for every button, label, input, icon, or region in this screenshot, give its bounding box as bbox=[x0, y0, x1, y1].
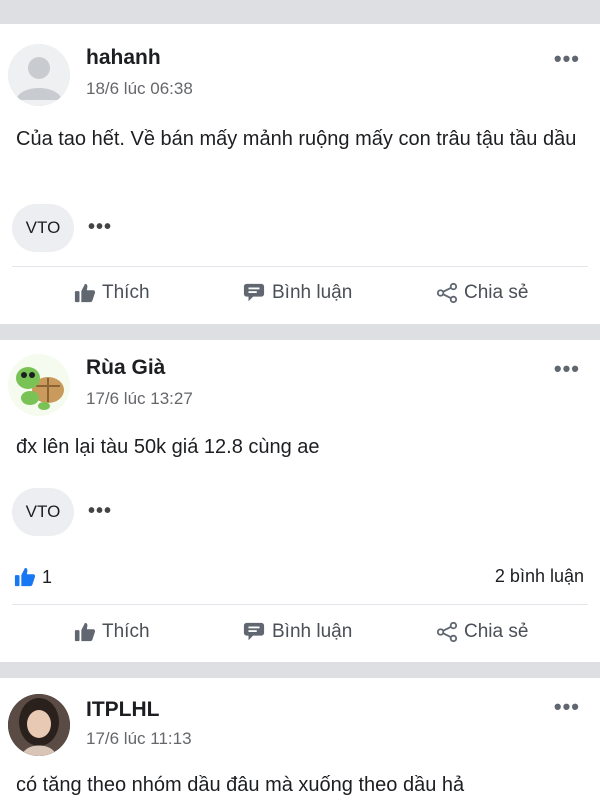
feed-separator bbox=[0, 324, 600, 340]
post-time[interactable]: 17/6 lúc 11:13 bbox=[86, 729, 192, 749]
like-label: Thích bbox=[102, 621, 150, 642]
comment-icon bbox=[243, 283, 265, 302]
like-label: Thích bbox=[102, 282, 150, 303]
comment-icon bbox=[243, 622, 265, 641]
post-content: Của tao hết. Về bán mấy mảnh ruộng mấy c… bbox=[16, 128, 577, 150]
post-card: Rùa Già 17/6 lúc 13:27 ••• đx lên lại tà… bbox=[0, 340, 600, 662]
photo-avatar-icon bbox=[8, 694, 70, 756]
stock-tag[interactable]: VTO bbox=[12, 488, 74, 536]
post-card: hahanh 18/6 lúc 06:38 ••• Của tao hết. V… bbox=[0, 24, 600, 324]
share-label: Chia sẻ bbox=[464, 621, 529, 642]
post-card: ITPLHL 17/6 lúc 11:13 ••• có tăng theo n… bbox=[0, 678, 600, 800]
comment-button[interactable]: Bình luận bbox=[242, 621, 352, 643]
tag-more-button[interactable]: ••• bbox=[88, 500, 112, 523]
avatar[interactable] bbox=[8, 354, 70, 416]
like-count-value: 1 bbox=[42, 566, 53, 587]
avatar[interactable] bbox=[8, 44, 70, 106]
post-author[interactable]: ITPLHL bbox=[86, 698, 160, 722]
more-options-button[interactable]: ••• bbox=[554, 356, 580, 382]
divider bbox=[12, 604, 588, 605]
more-options-button[interactable]: ••• bbox=[554, 46, 580, 72]
post-author[interactable]: hahanh bbox=[86, 46, 161, 70]
share-icon bbox=[436, 282, 458, 304]
thumbs-up-icon bbox=[74, 622, 96, 642]
share-icon bbox=[436, 621, 458, 643]
turtle-avatar-icon bbox=[8, 354, 70, 416]
more-options-button[interactable]: ••• bbox=[554, 694, 580, 720]
share-button[interactable]: Chia sẻ bbox=[436, 282, 528, 304]
avatar[interactable] bbox=[8, 694, 70, 756]
like-button[interactable]: Thích bbox=[74, 621, 150, 643]
like-count[interactable]: 1 bbox=[14, 566, 52, 588]
share-label: Chia sẻ bbox=[464, 282, 529, 303]
post-time[interactable]: 18/6 lúc 06:38 bbox=[86, 79, 193, 99]
feed-separator bbox=[0, 0, 600, 24]
stock-tag[interactable]: VTO bbox=[12, 204, 74, 252]
comment-button[interactable]: Bình luận bbox=[242, 282, 352, 304]
thumbs-up-icon bbox=[74, 283, 96, 303]
post-time[interactable]: 17/6 lúc 13:27 bbox=[86, 389, 193, 409]
comment-label: Bình luận bbox=[272, 282, 353, 303]
comment-label: Bình luận bbox=[272, 621, 353, 642]
feed-separator bbox=[0, 662, 600, 678]
default-user-avatar-icon bbox=[8, 44, 70, 106]
post-author[interactable]: Rùa Già bbox=[86, 356, 165, 380]
comment-count[interactable]: 2 bình luận bbox=[495, 566, 584, 587]
divider bbox=[12, 266, 588, 267]
tag-more-button[interactable]: ••• bbox=[88, 216, 112, 239]
post-content: có tăng theo nhóm dầu đâu mà xuống theo … bbox=[16, 774, 465, 796]
like-button[interactable]: Thích bbox=[74, 282, 150, 304]
post-content: đx lên lại tàu 50k giá 12.8 cùng ae bbox=[16, 436, 320, 458]
blue-thumbs-up-icon bbox=[14, 567, 36, 587]
share-button[interactable]: Chia sẻ bbox=[436, 621, 528, 643]
